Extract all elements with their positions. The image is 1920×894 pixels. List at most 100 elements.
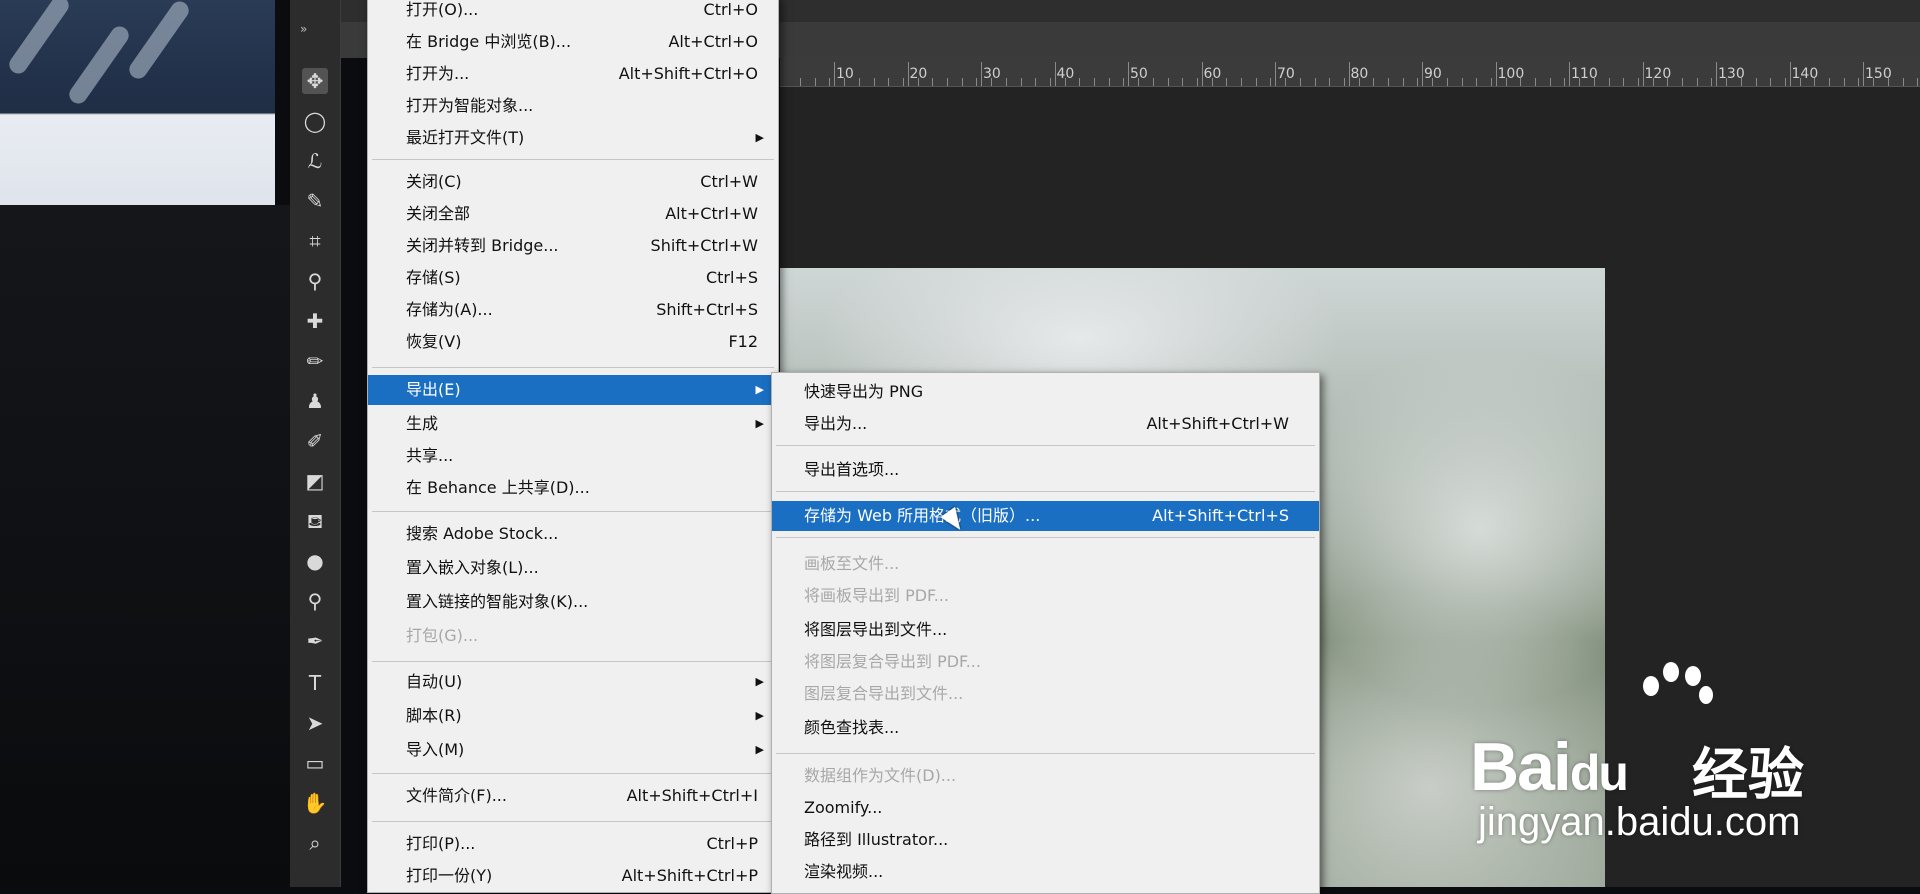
- menu-item-label: 打印(P)...: [406, 834, 476, 853]
- rectangle-icon[interactable]: ▭: [302, 750, 328, 776]
- quick-select-icon[interactable]: ✎: [302, 188, 328, 214]
- file-menu-item[interactable]: 自动(U) ▶: [368, 667, 778, 697]
- ruler-minor-tick: [1637, 78, 1639, 86]
- menu-item-label: 自动(U): [406, 672, 463, 691]
- ruler-minor-tick: [961, 78, 963, 86]
- file-menu-item[interactable]: 打开为智能对象...: [368, 91, 778, 121]
- menu-item-label: 搜索 Adobe Stock...: [406, 524, 559, 543]
- ruler-minor-tick: [1608, 78, 1610, 86]
- marquee-icon[interactable]: ◯: [302, 108, 328, 134]
- file-menu-item[interactable]: 在 Behance 上共享(D)...: [368, 473, 778, 503]
- ruler-tick: [981, 62, 982, 86]
- file-menu-item[interactable]: 存储为(A)... Shift+Ctrl+S: [368, 295, 778, 325]
- menu-separator: [372, 367, 774, 368]
- ruler-minor-tick: [1064, 78, 1066, 86]
- ruler-minor-tick: [1035, 78, 1037, 86]
- ruler-minor-tick: [1535, 78, 1536, 86]
- watermark-brand: Baidu: [1470, 729, 1629, 805]
- menu-item-label: 快速导出为 PNG: [804, 382, 924, 401]
- ruler-minor-tick: [1226, 78, 1228, 86]
- menu-item-shortcut: Alt+Ctrl+W: [665, 204, 758, 223]
- file-menu-item[interactable]: 脚本(R) ▶: [368, 701, 778, 731]
- export-menu-item[interactable]: 存储为 Web 所用格式（旧版）... Alt+Shift+Ctrl+S: [772, 501, 1319, 531]
- ruler-minor-tick: [1285, 78, 1287, 86]
- ruler-minor-tick: [1784, 78, 1786, 86]
- zoom-icon[interactable]: ⌕: [302, 830, 328, 856]
- eyedropper-icon[interactable]: ⚲: [302, 268, 328, 294]
- file-menu-item[interactable]: 关闭全部 Alt+Ctrl+W: [368, 199, 778, 229]
- history-brush-icon[interactable]: ✐: [302, 428, 328, 454]
- path-select-icon[interactable]: ➤: [302, 710, 328, 736]
- paint-bucket-icon[interactable]: ⛾: [302, 508, 328, 534]
- menu-item-label: 打开为...: [406, 64, 470, 83]
- blur-icon[interactable]: ●: [302, 548, 328, 574]
- export-menu-item: 数据组作为文件(D)...: [772, 761, 1319, 791]
- type-icon[interactable]: T: [302, 670, 328, 696]
- submenu-arrow-icon: ▶: [755, 131, 764, 144]
- move-icon[interactable]: ✥: [302, 68, 328, 94]
- file-menu-item[interactable]: 导入(M) ▶: [368, 735, 778, 765]
- eraser-icon[interactable]: ◩: [302, 468, 328, 494]
- ruler-minor-tick: [1799, 78, 1801, 86]
- collapse-toolbar-icon[interactable]: »: [300, 22, 307, 36]
- file-menu-item[interactable]: 共享...: [368, 441, 778, 471]
- file-menu-item[interactable]: 生成 ▶: [368, 409, 778, 439]
- export-menu-item[interactable]: Zoomify...: [772, 793, 1319, 823]
- ruler-minor-tick: [1476, 78, 1478, 86]
- ruler-minor-tick: [991, 78, 993, 86]
- hand-icon[interactable]: ✋: [302, 790, 328, 816]
- file-menu-item[interactable]: 最近打开文件(T) ▶: [368, 123, 778, 153]
- brush-icon[interactable]: ✏: [302, 348, 328, 374]
- menu-item-label: 置入嵌入对象(L)...: [406, 558, 539, 577]
- crop-icon[interactable]: ⌗: [302, 228, 328, 254]
- lasso-icon[interactable]: ℒ: [302, 148, 328, 174]
- ruler-minor-tick: [1520, 78, 1522, 86]
- export-menu-item[interactable]: 颜色查找表...: [772, 713, 1319, 743]
- file-menu-item[interactable]: 在 Bridge 中浏览(B)... Alt+Ctrl+O: [368, 27, 778, 57]
- stamp-icon[interactable]: ♟: [302, 388, 328, 414]
- file-menu-item[interactable]: 打开(O)... Ctrl+O: [368, 0, 778, 25]
- ruler-minor-tick: [888, 78, 890, 86]
- export-menu-item[interactable]: 导出为... Alt+Shift+Ctrl+W: [772, 409, 1319, 439]
- export-menu-item[interactable]: 将图层导出到文件...: [772, 615, 1319, 645]
- file-menu-item[interactable]: 打开为... Alt+Shift+Ctrl+O: [368, 59, 778, 89]
- ruler-minor-tick: [1579, 78, 1581, 86]
- ruler-tick: [1863, 62, 1864, 86]
- ruler-tick: [1201, 62, 1203, 86]
- file-menu-item[interactable]: 打印(P)... Ctrl+P: [368, 829, 778, 859]
- file-menu-item[interactable]: 存储(S) Ctrl+S: [368, 263, 778, 293]
- file-menu-item[interactable]: 导出(E) ▶: [368, 375, 778, 405]
- menu-item-label: 在 Behance 上共享(D)...: [406, 478, 590, 497]
- pen-icon[interactable]: ✒: [302, 628, 328, 654]
- menu-item-shortcut: Ctrl+P: [706, 834, 758, 853]
- menu-separator: [372, 159, 774, 160]
- submenu-arrow-icon: ▶: [755, 709, 764, 722]
- file-menu-item[interactable]: 置入链接的智能对象(K)...: [368, 587, 778, 617]
- file-menu-item[interactable]: 关闭(C) Ctrl+W: [368, 167, 778, 197]
- ruler-minor-tick: [1402, 78, 1404, 86]
- file-menu-item[interactable]: 恢复(V) F12: [368, 327, 778, 357]
- ruler-minor-tick: [1094, 78, 1095, 86]
- ruler-minor-tick: [1814, 78, 1816, 86]
- export-menu-item[interactable]: 渲染视频...: [772, 857, 1319, 887]
- menu-separator: [776, 753, 1315, 754]
- menu-item-shortcut: Ctrl+O: [703, 0, 758, 19]
- file-menu-item[interactable]: 文件简介(F)... Alt+Shift+Ctrl+I: [368, 781, 778, 811]
- file-menu-item[interactable]: 关闭并转到 Bridge... Shift+Ctrl+W: [368, 231, 778, 261]
- ruler-minor-tick: [1740, 78, 1742, 86]
- ruler-minor-tick: [976, 78, 978, 86]
- file-menu-item[interactable]: 搜索 Adobe Stock...: [368, 519, 778, 549]
- dodge-icon[interactable]: ⚲: [302, 588, 328, 614]
- menu-item-label: 将图层导出到文件...: [804, 620, 948, 639]
- ruler-minor-tick: [1829, 78, 1830, 86]
- export-menu-item[interactable]: 导出首选项...: [772, 455, 1319, 485]
- ruler-tick: [1422, 62, 1423, 86]
- export-menu-item[interactable]: 快速导出为 PNG: [772, 377, 1319, 407]
- export-menu-item[interactable]: 路径到 Illustrator...: [772, 825, 1319, 855]
- menu-item-label: 画板至文件...: [804, 554, 900, 573]
- ruler-minor-tick: [1770, 78, 1772, 86]
- ruler-minor-tick: [1505, 78, 1507, 86]
- file-menu-item[interactable]: 置入嵌入对象(L)...: [368, 553, 778, 583]
- healing-icon[interactable]: ✚: [302, 308, 328, 334]
- menu-item-label: 最近打开文件(T): [406, 128, 525, 147]
